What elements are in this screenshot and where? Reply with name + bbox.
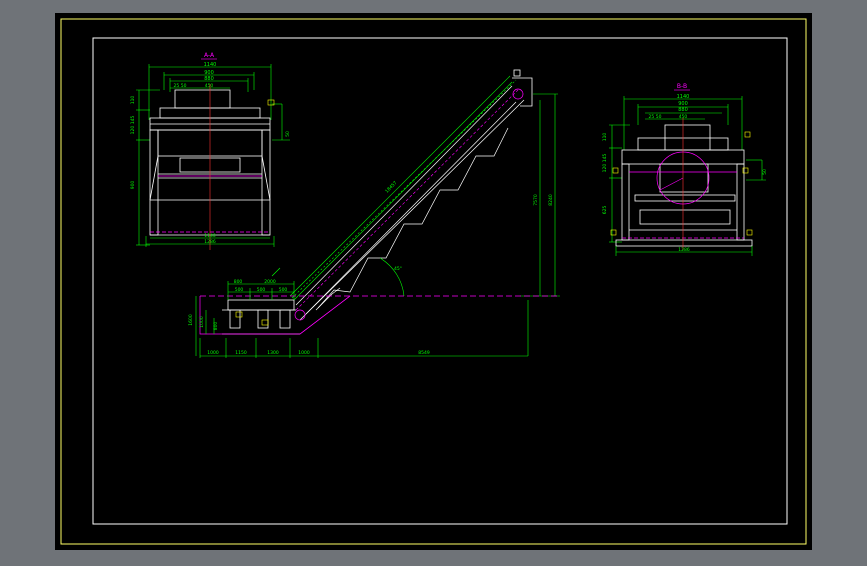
elev-dim-right-b: 8240 [548, 194, 554, 206]
side-dim-bottom: 1286 [678, 247, 690, 253]
elev-dim-left-inner: 1000 [199, 316, 205, 328]
side-dim-right-small: 50 [762, 169, 768, 175]
elev-dim-bottom-5: 8549 [418, 350, 430, 356]
elev-dim-top-b: 2000 [264, 279, 276, 285]
side-dim-overall: 1140 [677, 94, 690, 100]
front-dim-bottom-outer: 1286 [204, 239, 216, 245]
elev-dim-top-a: 800 [234, 279, 243, 285]
side-dim-height-mid: 120 145 [602, 154, 608, 173]
elev-dim-left-height: 1600 [188, 314, 194, 326]
elev-dim-right-a: 7570 [533, 194, 539, 206]
elev-dim-bottom-4: 1000 [298, 350, 310, 356]
elev-dim-bottom-1: 1000 [207, 350, 219, 356]
drawing-sheet [55, 13, 812, 550]
side-dim-height-top: 110 [602, 133, 608, 142]
side-dim-small-a: 25 50 [649, 114, 662, 120]
front-dim-right-small: 50 [285, 131, 291, 137]
drawing-canvas[interactable]: A-A 1140 900 880 25 50 450 110 120 145 9… [0, 0, 867, 562]
front-dim-small-a: 25 50 [174, 83, 187, 89]
front-dim-height-main: 900 [130, 181, 136, 190]
side-view-section-label: B-B [677, 83, 687, 90]
front-dim-inner: 880 [204, 76, 214, 82]
front-view-section-label: A-A [204, 52, 215, 59]
elev-dim-seg-c: 500 [279, 287, 288, 293]
elev-dim-bottom-3: 1300 [267, 350, 279, 356]
elev-dim-seg-a: 500 [235, 287, 244, 293]
front-dim-overall: 1140 [204, 62, 217, 68]
side-dim-height-main: 625 [602, 206, 608, 215]
front-dim-small-b: 450 [205, 83, 214, 89]
elev-dim-seg-b: 500 [257, 287, 266, 293]
front-dim-height-top: 110 [130, 96, 136, 105]
front-dim-bottom-inner: 1140 [204, 233, 216, 239]
cad-drawing-viewport[interactable]: A-A 1140 900 880 25 50 450 110 120 145 9… [0, 0, 867, 562]
elev-dim-left-inner2: 800 [213, 322, 219, 331]
side-dim-inner: 880 [678, 107, 688, 113]
front-dim-height-mid: 120 145 [130, 116, 136, 135]
elev-dim-bottom-2: 1150 [235, 350, 247, 356]
elev-dim-angle: 45° [394, 266, 402, 272]
